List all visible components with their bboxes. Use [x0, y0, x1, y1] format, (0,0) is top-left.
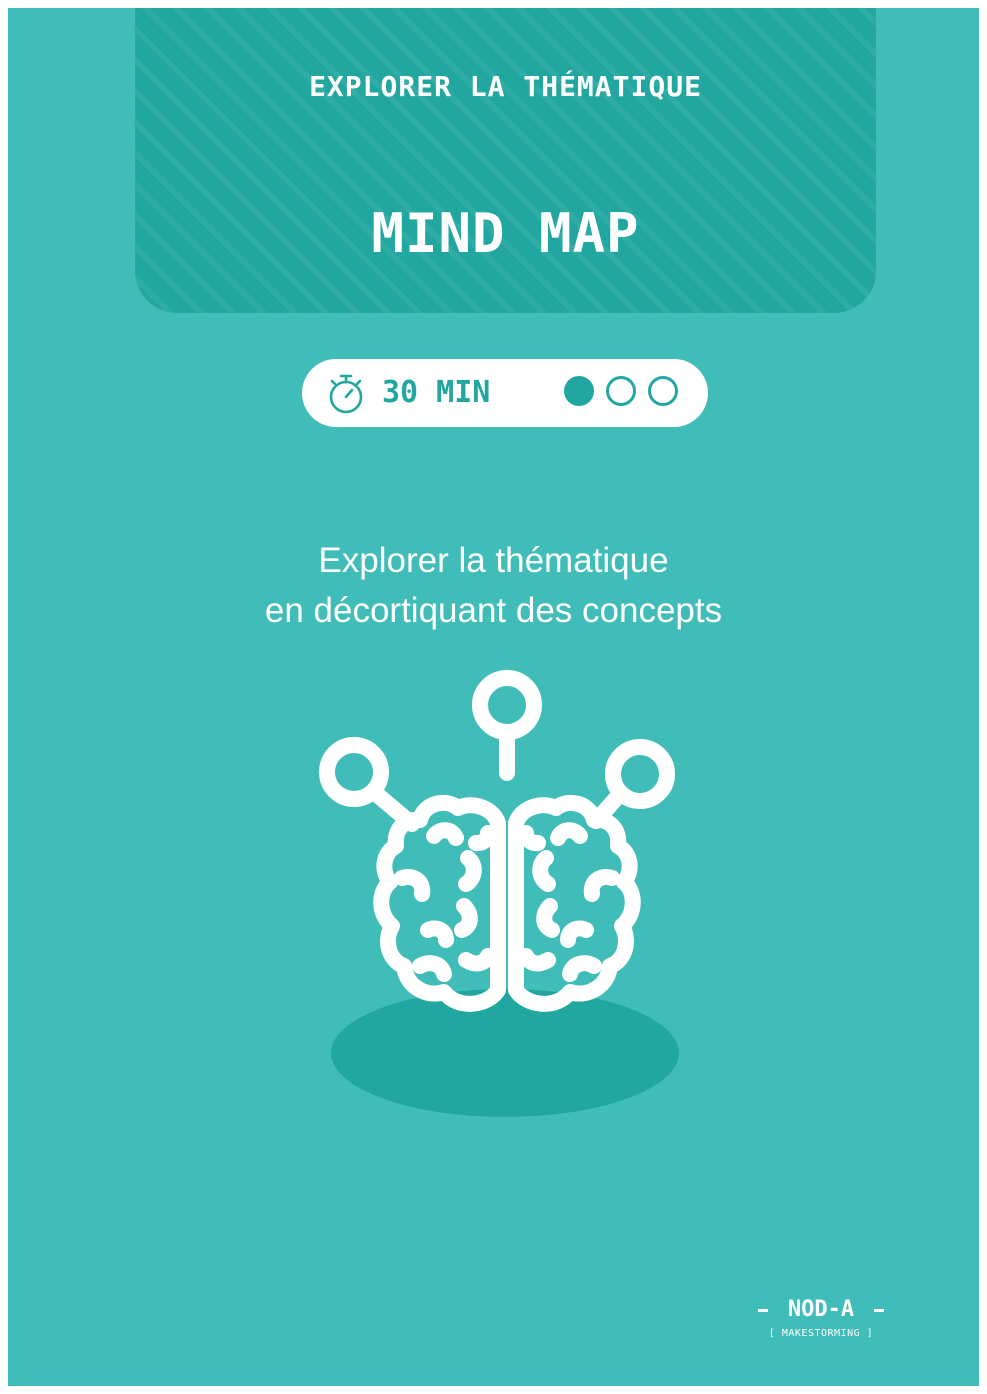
noda-logo: NOD-A [ MAKESTORMING ] [756, 1297, 886, 1357]
brain-mind-map-icon [319, 670, 679, 1117]
difficulty-dot-2 [606, 376, 636, 406]
description-line-2: en décortiquant des concepts [264, 591, 723, 630]
category-label: EXPLORER LA THÉMATIQUE [309, 70, 702, 103]
logo-tagline: [ MAKESTORMING ] [768, 1328, 874, 1339]
card-header: EXPLORER LA THÉMATIQUE MIND MAP [135, 8, 876, 313]
stopwatch-icon [329, 374, 363, 414]
card-title: MIND MAP [371, 202, 640, 265]
difficulty-dot-1 [564, 376, 594, 406]
description: Explorer la thématique en décortiquant d… [8, 536, 979, 636]
shadow-ellipse [331, 989, 679, 1117]
logo-name: NOD-A [756, 1297, 886, 1323]
method-card: EXPLORER LA THÉMATIQUE MIND MAP 30 MIN E… [8, 8, 979, 1386]
info-pill: 30 MIN [302, 359, 708, 427]
difficulty-dot-3 [648, 376, 678, 406]
description-line-1: Explorer la thématique [318, 541, 669, 580]
duration-label: 30 MIN [382, 375, 491, 410]
